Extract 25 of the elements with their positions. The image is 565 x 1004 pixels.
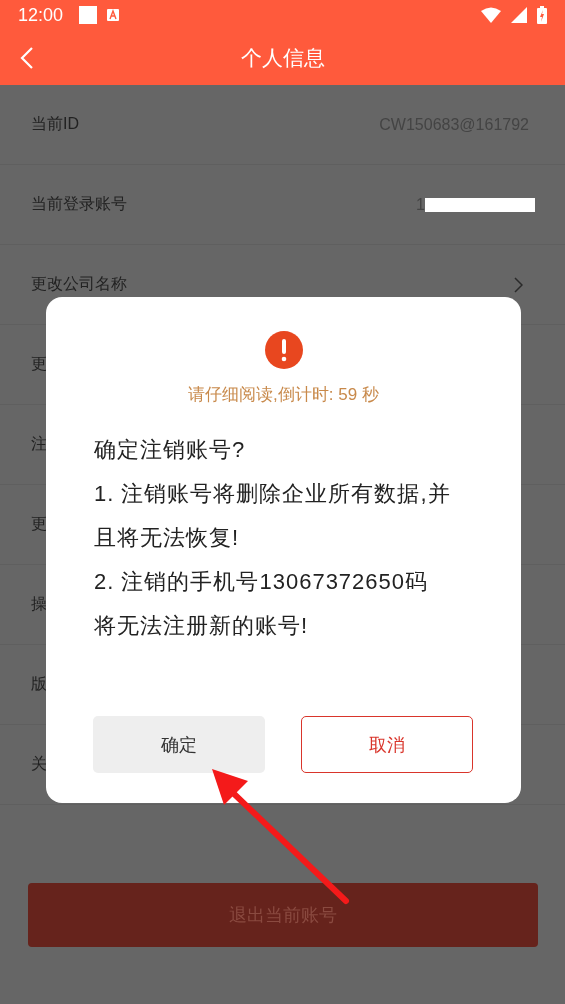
wifi-icon <box>481 7 501 23</box>
row-label: 更 <box>31 514 47 534</box>
notification-icon <box>107 9 120 21</box>
chevron-icon <box>514 276 523 293</box>
row-label: 注 <box>31 434 47 454</box>
dialog-message: 1. 注销账号将删除企业所有数据,并且将无法恢复! <box>94 480 451 552</box>
back-icon[interactable] <box>20 47 34 69</box>
row-label: 关 <box>31 754 47 774</box>
notification-icon <box>79 6 98 24</box>
row-label: 当前ID <box>31 114 79 134</box>
signal-icon <box>511 7 527 23</box>
countdown-text: 请仔细阅读,倒计时: 59 秒 <box>188 384 379 406</box>
row-label: 版 <box>31 674 47 694</box>
status-time: 12:00 <box>18 4 64 26</box>
confirm-button[interactable]: 确定 <box>93 716 265 773</box>
row-label: 操 <box>31 594 47 614</box>
cancel-button[interactable]: 取消 <box>301 716 473 773</box>
dialog-message: 确定注销账号? <box>94 436 247 464</box>
row-label: 更 <box>31 354 47 374</box>
warning-icon <box>264 331 303 369</box>
row-label: 更改公司名称 <box>31 274 127 294</box>
page-title: 个人信息 <box>240 44 325 71</box>
battery-icon <box>537 6 547 24</box>
row-label: 当前登录账号 <box>31 194 127 214</box>
dialog-message: 2. 注销的手机号13067372650码将无法注册新的账号! <box>94 568 430 640</box>
